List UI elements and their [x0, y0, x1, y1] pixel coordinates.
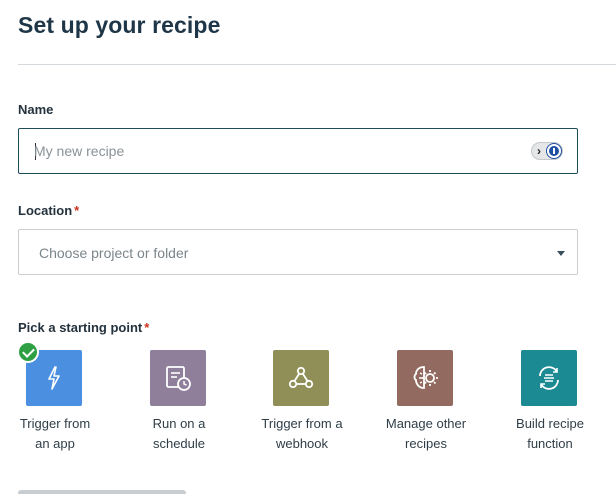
starting-point-label-text: Pick a starting point: [18, 320, 143, 335]
option-caption: Manage other recipes: [385, 416, 467, 451]
required-mark: *: [74, 203, 80, 218]
info-dot-icon: [547, 144, 561, 158]
name-input[interactable]: [34, 129, 524, 173]
divider: [18, 64, 616, 65]
option-icon-box: [150, 350, 206, 406]
name-field[interactable]: ›: [18, 128, 578, 174]
chevron-right-icon: ›: [537, 144, 541, 158]
required-mark: *: [144, 320, 150, 335]
option-icon-box: [397, 350, 453, 406]
option-icon-box: [273, 350, 329, 406]
start-building-button[interactable]: [18, 490, 186, 494]
option-caption: Trigger from a webhook: [261, 416, 343, 451]
starting-point-label: Pick a starting point *: [18, 320, 149, 335]
location-select[interactable]: Choose project or folder: [18, 229, 578, 275]
function-icon: [539, 366, 559, 390]
password-manager-icon[interactable]: ›: [531, 142, 563, 160]
option-caption: Run on a schedule: [152, 416, 206, 451]
starting-point-options: Trigger from an app Run on a schedule Tr…: [0, 341, 616, 466]
option-caption: Trigger from an app: [19, 416, 91, 451]
name-label: Name: [18, 102, 53, 117]
webhook-icon: [288, 366, 314, 389]
page-title: Set up your recipe: [18, 12, 221, 38]
lightning-icon: [48, 366, 60, 390]
dropdown-arrow-icon: [557, 251, 565, 256]
brain-gear-icon: [413, 366, 438, 389]
schedule-icon: [166, 366, 191, 391]
location-label-text: Location: [18, 203, 73, 218]
option-icon-box: [521, 350, 577, 406]
selected-check-icon: [17, 341, 39, 363]
location-label: Location *: [18, 203, 79, 218]
location-placeholder: Choose project or folder: [39, 245, 189, 261]
name-label-text: Name: [18, 102, 54, 117]
option-caption: Build recipe function: [516, 416, 584, 451]
